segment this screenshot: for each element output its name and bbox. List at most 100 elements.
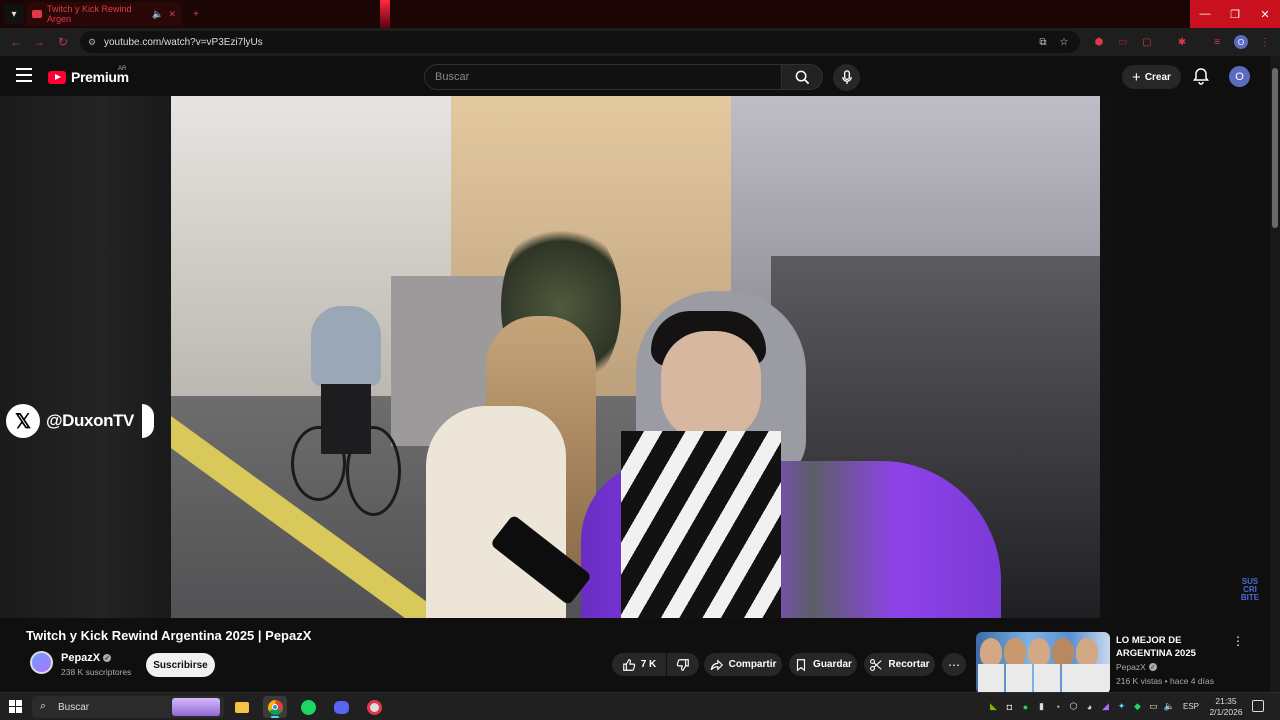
media-control-icon[interactable]: ≡ xyxy=(1210,35,1224,49)
tab-search-icon[interactable]: ▾ xyxy=(4,4,24,24)
taskbar-clock[interactable]: 21:35 2/1/2026 xyxy=(1206,696,1246,718)
bookmark-star-icon[interactable]: ☆ xyxy=(1057,35,1071,49)
app-icon[interactable] xyxy=(362,696,386,718)
create-label: Crear xyxy=(1144,71,1171,83)
notifications-bell-icon[interactable] xyxy=(1192,67,1210,85)
share-button[interactable]: Compartir xyxy=(704,653,782,676)
windows-start-icon[interactable] xyxy=(9,700,22,713)
clock-date: 2/1/2026 xyxy=(1209,707,1243,717)
extension-adblock-icon[interactable]: ⬢ xyxy=(1092,35,1106,49)
page-scrollbar[interactable] xyxy=(1270,56,1280,692)
tray-app-icon-2[interactable]: ◢ xyxy=(1100,701,1111,712)
theme-decoration xyxy=(380,0,390,28)
channel-name-text: PepazX xyxy=(61,652,101,664)
maximize-button[interactable]: ❐ xyxy=(1220,0,1250,28)
scissors-icon xyxy=(870,658,883,671)
clock-time: 21:35 xyxy=(1215,696,1237,706)
tab-close-icon[interactable]: ✕ xyxy=(168,9,176,20)
channel-avatar[interactable] xyxy=(30,651,53,674)
search-icon: ⌕ xyxy=(40,700,47,712)
like-count: 7 K xyxy=(640,659,657,670)
dislike-button[interactable] xyxy=(667,653,699,676)
browser-menu-icon[interactable]: ⋮ xyxy=(1258,35,1272,49)
overlay-cap xyxy=(141,404,154,438)
more-actions-button[interactable]: ⋯ xyxy=(942,653,966,676)
site-info-icon[interactable]: ⚙ xyxy=(88,37,98,47)
file-explorer-icon[interactable] xyxy=(230,696,254,718)
reload-icon[interactable]: ↻ xyxy=(55,34,71,50)
menu-hamburger-icon[interactable] xyxy=(16,68,32,82)
create-button[interactable]: + Crear xyxy=(1122,65,1181,89)
scene-person xyxy=(489,291,1001,618)
tray-app-icon[interactable]: ⬡ xyxy=(1068,701,1079,712)
region-code: AR xyxy=(118,66,127,72)
address-bar[interactable]: ⚙ youtube.com/watch?v=vP3Ezi7lyUs xyxy=(80,31,1080,53)
account-avatar[interactable]: O xyxy=(1229,66,1250,87)
tray-nvidia-icon[interactable]: ◣ xyxy=(988,701,999,712)
tray-bluetooth-icon[interactable]: ✦ xyxy=(1116,701,1127,712)
youtube-play-logo-icon xyxy=(48,70,66,84)
subscriber-count: 238 K suscriptores xyxy=(61,667,132,677)
tab-audio-icon[interactable]: 🔈 xyxy=(152,9,163,20)
recommended-video-thumbnail[interactable] xyxy=(976,632,1110,694)
tray-volume-icon[interactable]: 🔈 xyxy=(1164,701,1175,712)
spotify-icon[interactable] xyxy=(296,696,320,718)
tray-discord-icon[interactable]: ◘ xyxy=(1004,701,1015,712)
tray-shield-icon[interactable]: ◔ xyxy=(1052,701,1063,712)
tray-mic-icon[interactable]: ▮ xyxy=(1036,701,1047,712)
install-app-icon[interactable]: ⧉ xyxy=(1036,35,1050,49)
extensions-puzzle-icon[interactable]: ✱ xyxy=(1175,35,1189,49)
chrome-icon[interactable] xyxy=(263,696,287,718)
tab-title: Twitch y Kick Rewind Argen xyxy=(46,4,132,24)
browser-tab[interactable]: Twitch y Kick Rewind Argen 🔈 ✕ xyxy=(26,2,182,26)
scene-cyclist xyxy=(291,306,401,516)
taskbar-search[interactable]: ⌕ Buscar xyxy=(32,696,224,718)
x-logo-icon: 𝕏 xyxy=(6,404,40,438)
recommended-video-title[interactable]: LO MEJOR DE ARGENTINA 2025 xyxy=(1116,634,1236,660)
tray-app-icon-3[interactable]: ◆ xyxy=(1132,701,1143,712)
share-label: Compartir xyxy=(728,659,777,670)
save-button[interactable]: Guardar xyxy=(789,653,857,676)
scrollbar-thumb[interactable] xyxy=(1272,68,1278,228)
social-handle-overlay: 𝕏 @DuxonTV xyxy=(6,403,156,439)
share-arrow-icon xyxy=(710,658,723,671)
discord-icon[interactable] xyxy=(329,696,353,718)
youtube-premium-logo[interactable]: Premium AR xyxy=(48,66,129,85)
notification-center-icon[interactable] xyxy=(1252,700,1264,712)
channel-name[interactable]: PepazX ✓ xyxy=(61,652,112,664)
browser-toolbar: ← → ↻ ⚙ youtube.com/watch?v=vP3Ezi7lyUs … xyxy=(0,28,1280,56)
minimize-button[interactable]: — xyxy=(1190,0,1220,28)
taskbar-search-label: Buscar xyxy=(58,701,90,713)
recommended-video-meta: 216 K vistas • hace 4 días xyxy=(1116,676,1214,686)
new-tab-button[interactable]: + xyxy=(186,4,206,24)
search-button[interactable] xyxy=(781,64,823,90)
forward-arrow-icon[interactable]: → xyxy=(31,34,47,50)
save-label: Guardar xyxy=(813,659,852,670)
recommendation-menu-icon[interactable]: ⋮ xyxy=(1232,634,1244,650)
tray-steam-icon[interactable]: ◕ xyxy=(1084,701,1095,712)
extension-icon[interactable]: ▭ xyxy=(1116,35,1130,49)
youtube-header: Premium AR Buscar + Crear O xyxy=(0,56,1270,96)
tray-spotify-icon[interactable]: ● xyxy=(1020,701,1031,712)
youtube-favicon-icon xyxy=(32,10,42,18)
search-icon xyxy=(795,70,809,84)
profile-avatar-icon[interactable]: O xyxy=(1234,35,1248,49)
extension-icon-2[interactable]: ▢ xyxy=(1140,35,1154,49)
recommended-channel[interactable]: PepazX ✓ xyxy=(1116,662,1157,672)
subscribe-button[interactable]: Suscribirse xyxy=(146,653,215,677)
recommended-channel-name: PepazX xyxy=(1116,662,1146,672)
video-frame[interactable] xyxy=(171,96,1100,618)
search-input[interactable]: Buscar xyxy=(424,64,782,90)
tray-network-icon[interactable]: ▭ xyxy=(1148,701,1159,712)
verified-check-icon: ✓ xyxy=(103,654,112,662)
close-window-button[interactable]: ✕ xyxy=(1250,0,1280,28)
like-button[interactable]: 7 K xyxy=(612,653,666,676)
microphone-icon xyxy=(841,70,852,85)
subscribe-watermark[interactable]: SUS CRI BITE xyxy=(1236,578,1264,602)
overlay-handle: @DuxonTV xyxy=(46,411,134,430)
back-arrow-icon[interactable]: ← xyxy=(8,34,24,50)
url-text: youtube.com/watch?v=vP3Ezi7lyUs xyxy=(104,36,263,48)
clip-button[interactable]: Recortar xyxy=(864,653,935,676)
voice-search-button[interactable] xyxy=(833,64,860,91)
input-language[interactable]: ESP xyxy=(1183,702,1199,711)
